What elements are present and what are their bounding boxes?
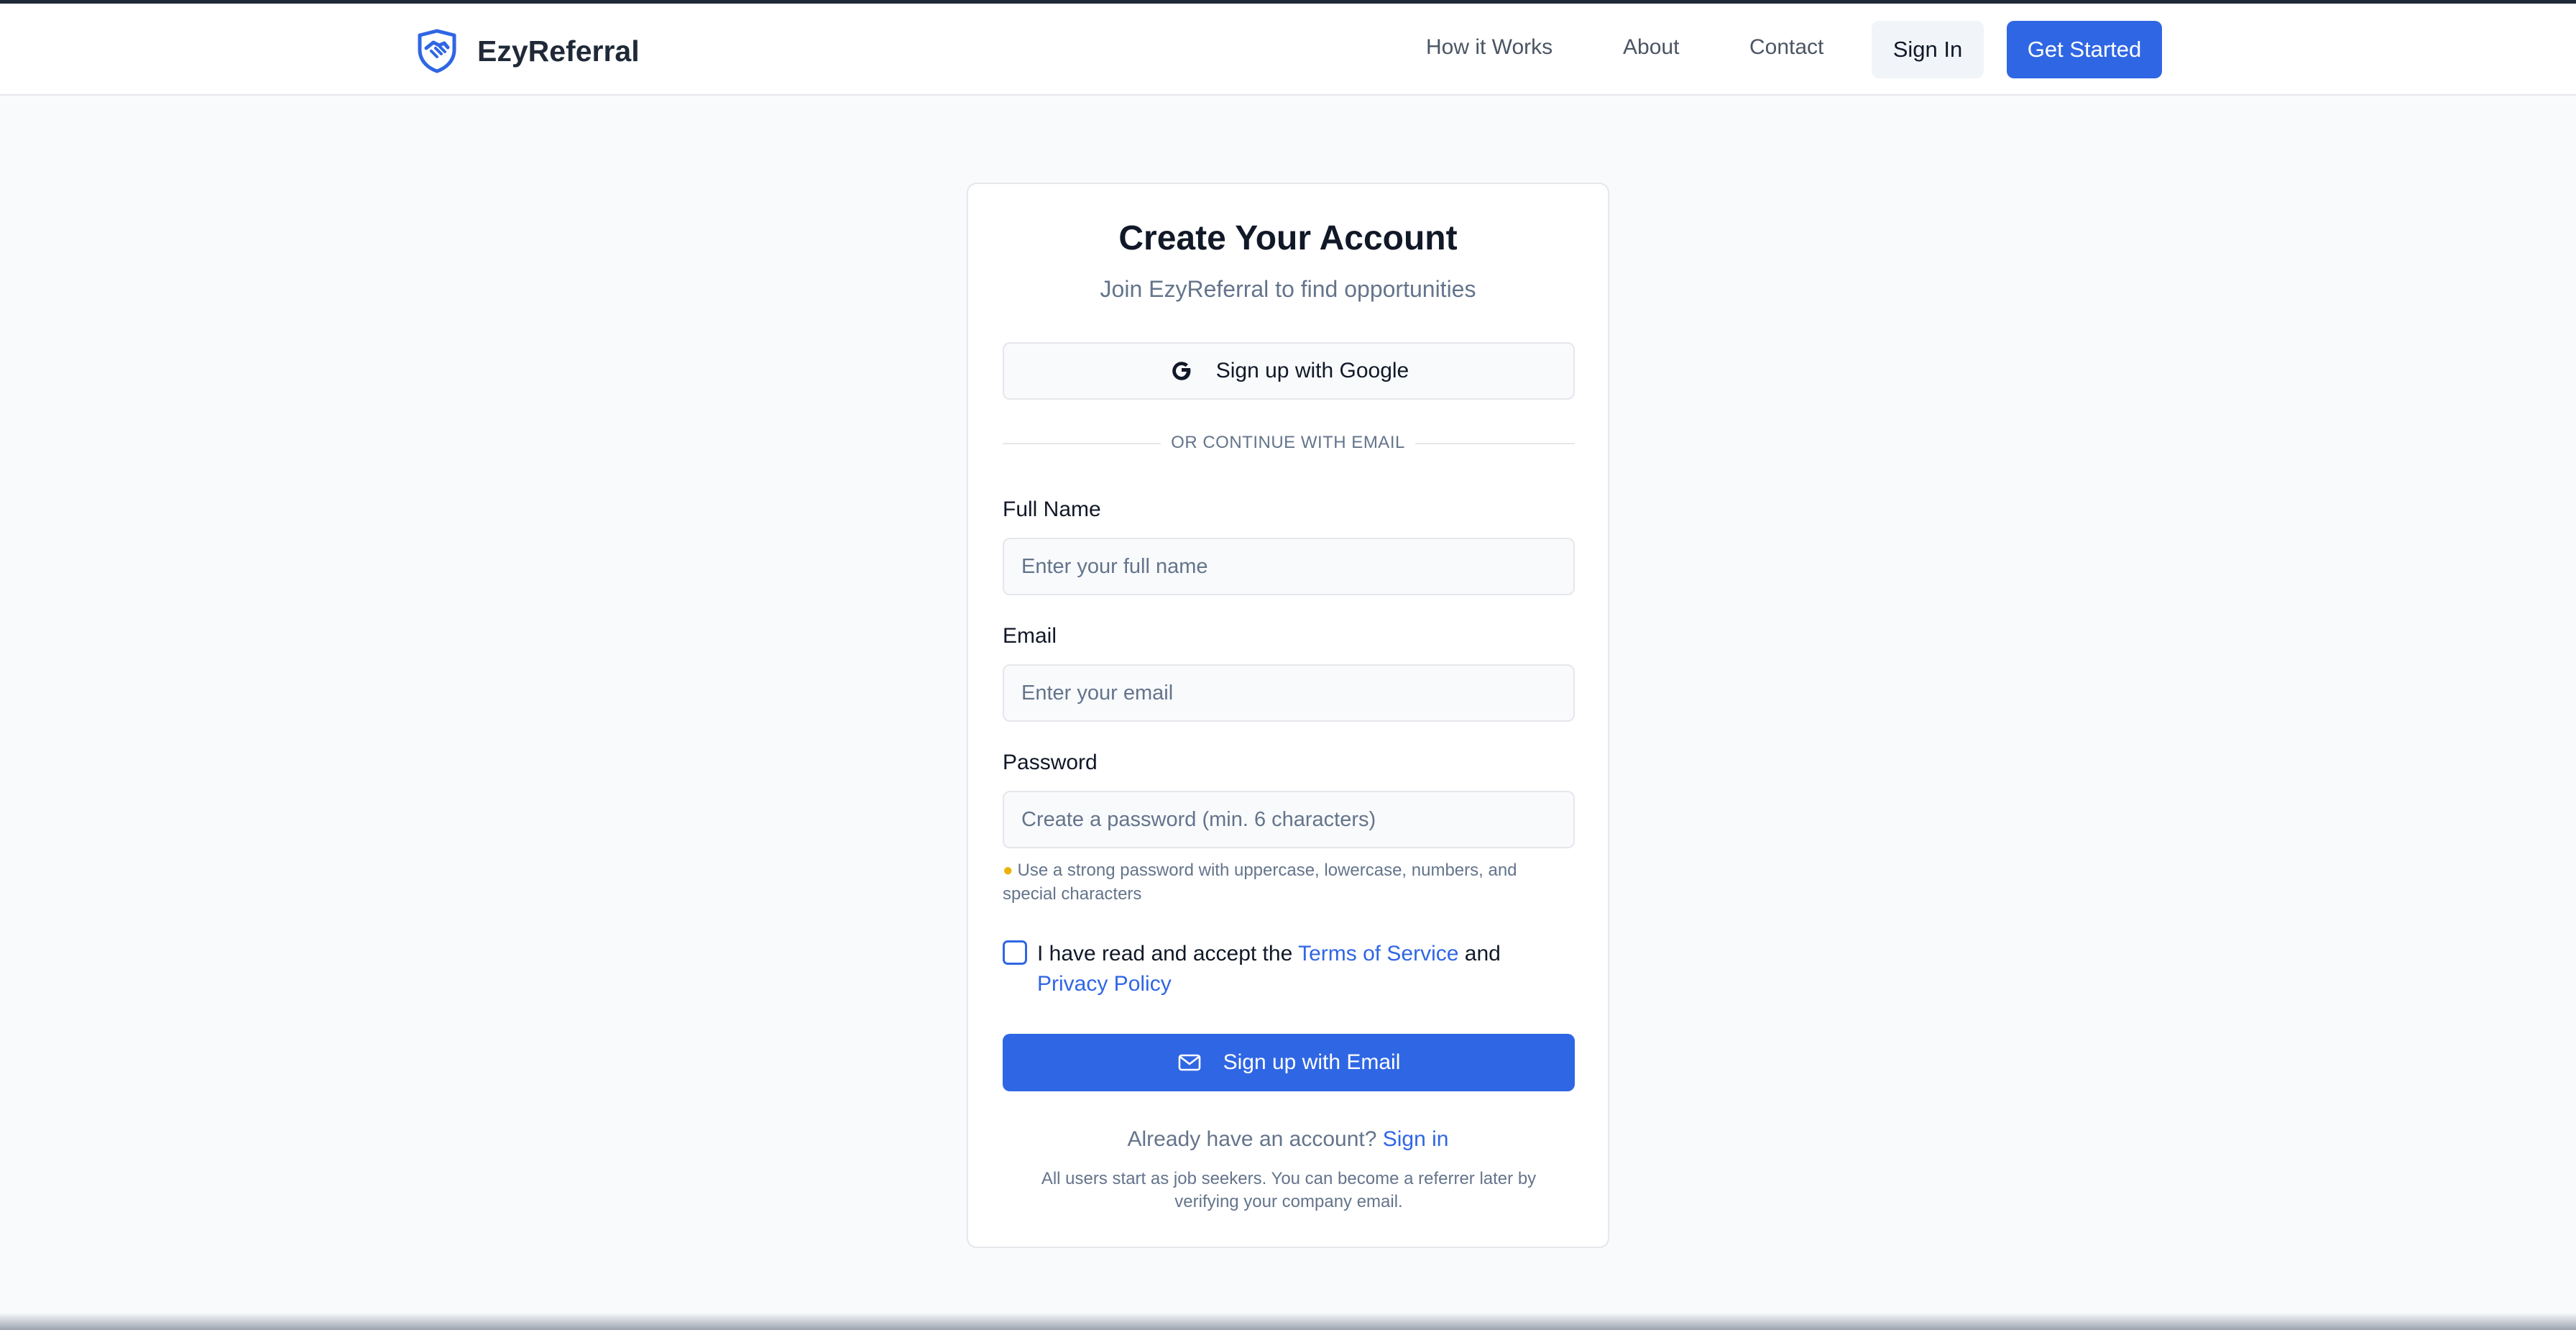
terms-checkbox[interactable] [1003,940,1027,965]
password-input[interactable] [1003,791,1575,848]
brand-logo[interactable]: EzyReferral [414,25,640,77]
job-seeker-note: All users start as job seekers. You can … [1041,1169,1537,1211]
email-signup-label: Sign up with Email [1223,1050,1401,1074]
top-navbar: EzyReferral How it Works About Contact S… [0,4,2576,96]
already-have-account: Already have an account? Sign in [968,1127,1608,1152]
lightbulb-icon: ● [1003,861,1013,880]
full-name-label: Full Name [1003,497,1101,521]
divider-text: OR CONTINUE WITH EMAIL [1161,433,1415,452]
mail-icon [1178,1054,1200,1071]
nav-link-about[interactable]: About [1623,35,1679,60]
terms-label: I have read and accept the Terms of Serv… [1037,939,1569,999]
sign-in-button[interactable]: Sign In [1872,21,1984,78]
divider: OR CONTINUE WITH EMAIL [968,433,1608,453]
handshake-shield-icon [418,29,456,73]
nav-link-how-it-works[interactable]: How it Works [1426,35,1552,60]
brand-name: EzyReferral [477,34,640,68]
terms-prefix: I have read and accept the [1037,942,1293,966]
terms-conjunction: and [1464,942,1501,966]
sign-in-link[interactable]: Sign in [1383,1127,1449,1151]
email-label: Email [1003,624,1057,648]
signup-card: Create Your Account Join EzyReferral to … [967,183,1609,1248]
password-hint-text: Use a strong password with uppercase, lo… [1003,861,1517,904]
password-hint: ● Use a strong password with uppercase, l… [1003,858,1575,906]
email-input[interactable] [1003,664,1575,722]
page-subtitle: Join EzyReferral to find opportunities [1100,276,1476,302]
page-title: Create Your Account [1118,219,1458,257]
nav-link-contact[interactable]: Contact [1749,35,1823,60]
google-signup-label: Sign up with Google [1215,359,1409,382]
get-started-button[interactable]: Get Started [2007,21,2162,78]
terms-of-service-link[interactable]: Terms of Service [1298,942,1458,966]
bottom-edge-shadow [0,1313,2576,1330]
email-signup-button[interactable]: Sign up with Email [1003,1034,1575,1091]
google-signup-button[interactable]: Sign up with Google [1003,342,1575,400]
google-icon [1172,362,1191,380]
full-name-input[interactable] [1003,538,1575,595]
password-label: Password [1003,751,1098,774]
already-text: Already have an account? [1127,1127,1377,1151]
privacy-policy-link[interactable]: Privacy Policy [1037,972,1172,996]
